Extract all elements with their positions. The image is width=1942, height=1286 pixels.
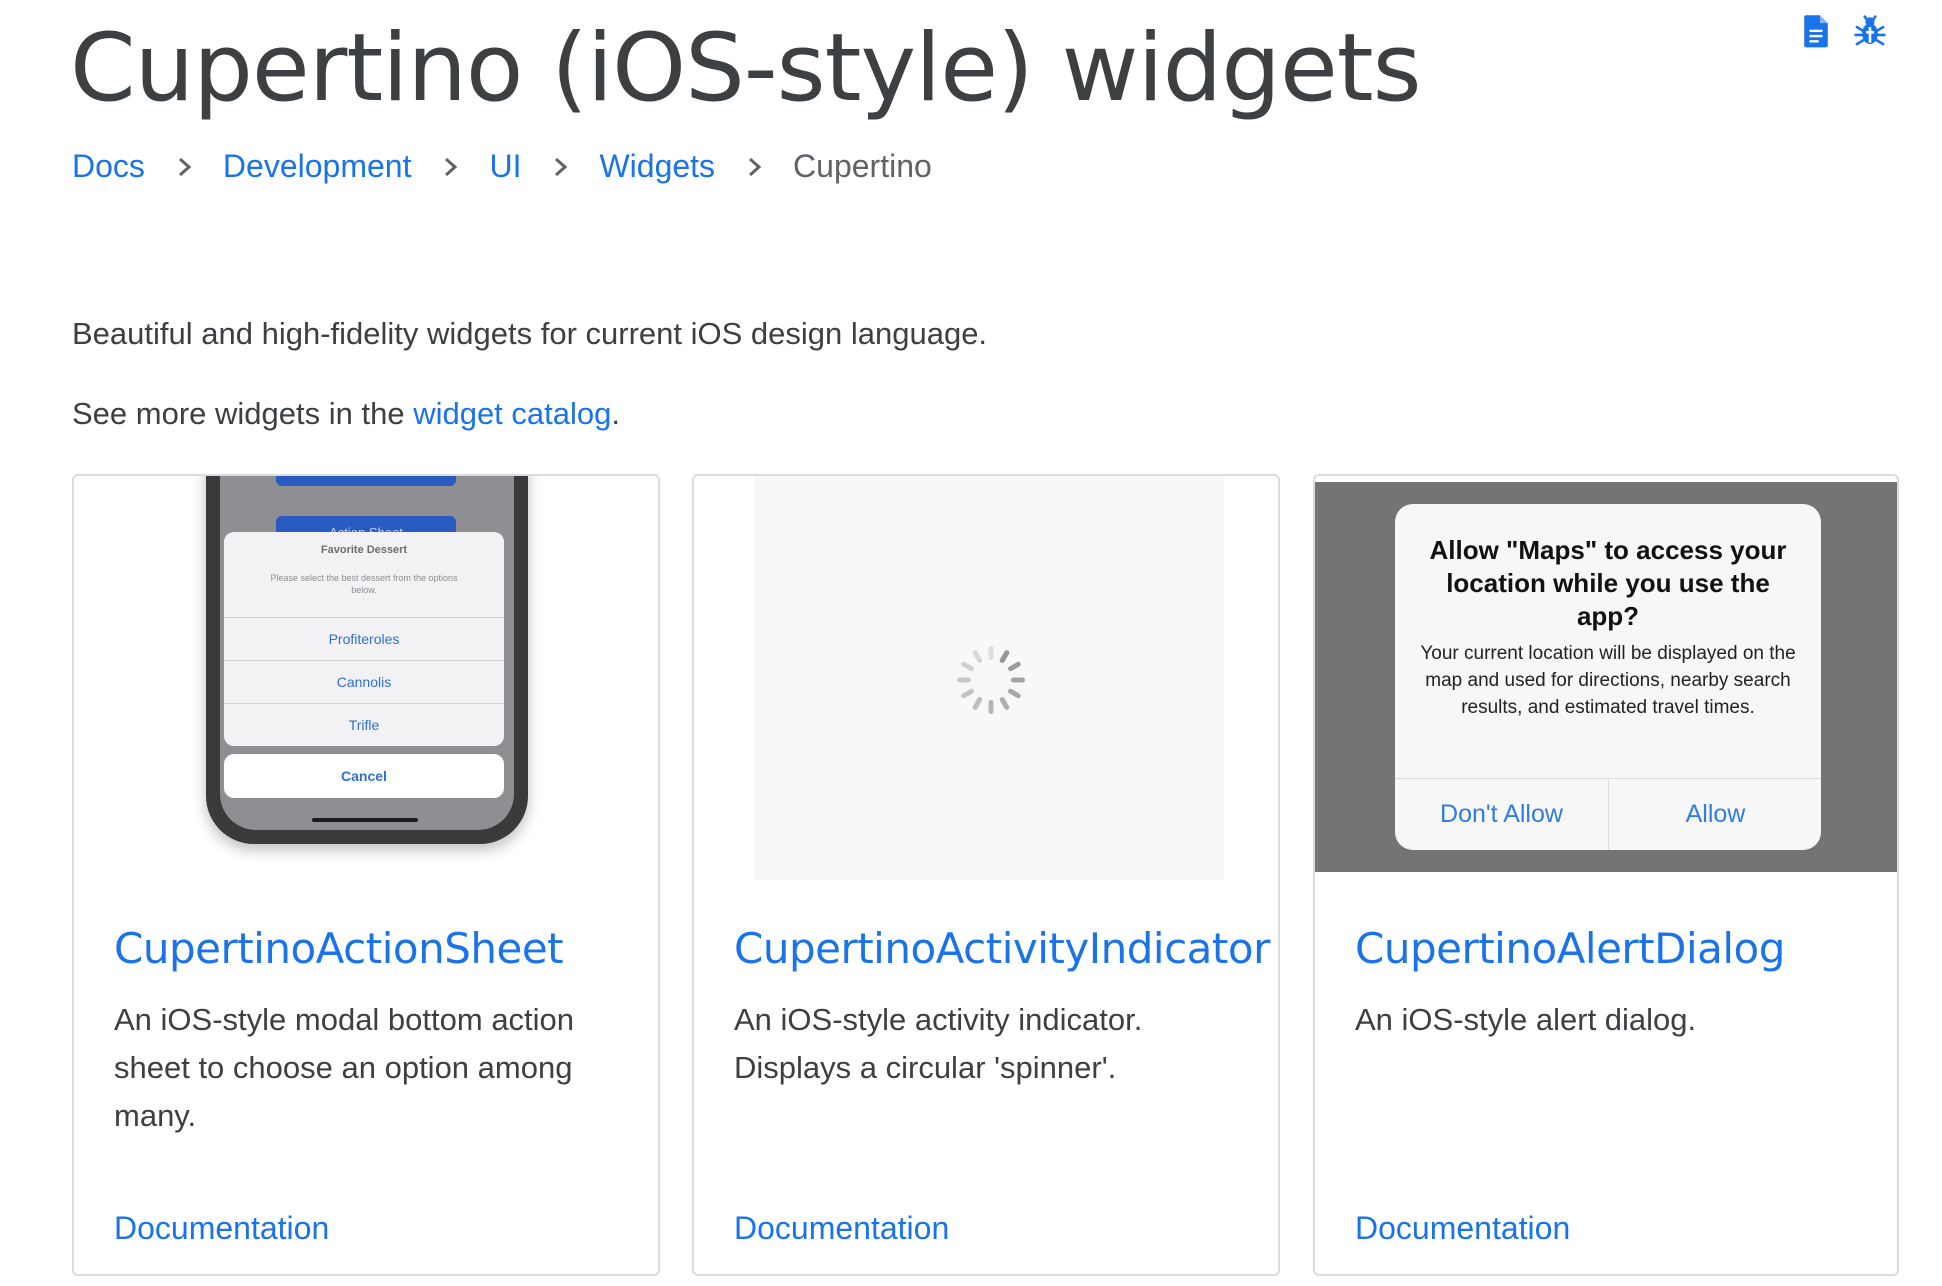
spinner-spoke — [1011, 677, 1025, 683]
dont-allow-button: Don't Allow — [1440, 800, 1563, 828]
card-thumbnail: Action Sheet Favorite Dessert Please sel… — [74, 476, 658, 886]
breadcrumb-docs[interactable]: Docs — [72, 148, 145, 185]
breadcrumb: Docs Development UI Widgets Cupertino — [72, 148, 932, 185]
card-thumbnail — [694, 476, 1278, 886]
widget-card: CupertinoActivityIndicator An iOS-style … — [692, 474, 1280, 1276]
allow-button: Allow — [1685, 800, 1746, 828]
sheet-message: Please select the best dessert from the … — [270, 573, 458, 595]
see-more-prefix: See more widgets in the — [72, 396, 414, 431]
card-thumbnail: Allow "Maps" to access your location whi… — [1315, 476, 1897, 886]
documentation-link[interactable]: Documentation — [1355, 1210, 1570, 1247]
intro-text: Beautiful and high-fidelity widgets for … — [72, 316, 988, 351]
breadcrumb-current: Cupertino — [793, 148, 932, 184]
spinner-spoke — [961, 688, 975, 699]
card-description: An iOS-style modal bottom action sheet t… — [114, 1002, 575, 1133]
sheet-title: Favorite Dessert — [320, 544, 408, 556]
card-title[interactable]: CupertinoActivityIndicator — [734, 924, 1270, 973]
phone-button — [276, 476, 456, 486]
page-title: Cupertino (iOS-style) widgets — [70, 14, 1422, 123]
action-sheet: Favorite Dessert Please select the best … — [224, 532, 504, 746]
spinner-spoke — [957, 677, 971, 683]
alert-backdrop: Allow "Maps" to access your location whi… — [1315, 482, 1897, 872]
sheet-option: Profiteroles — [224, 617, 504, 660]
breadcrumb-ui[interactable]: UI — [489, 148, 521, 185]
widget-card: Action Sheet Favorite Dessert Please sel… — [72, 474, 660, 1276]
document-icon[interactable] — [1800, 14, 1832, 48]
widget-catalog-link[interactable]: widget catalog — [413, 396, 611, 431]
widget-card: Allow "Maps" to access your location whi… — [1313, 474, 1899, 1276]
sheet-cancel: Cancel — [224, 754, 504, 798]
chevron-right-icon — [749, 157, 762, 176]
page-actions — [1800, 14, 1886, 48]
spinner-spoke — [988, 700, 994, 714]
alert-message: Your current location will be displayed … — [1420, 643, 1796, 718]
see-more-text: See more widgets in the widget catalog. — [72, 396, 620, 432]
documentation-link[interactable]: Documentation — [734, 1210, 949, 1247]
chevron-right-icon — [445, 157, 458, 176]
bug-icon[interactable] — [1854, 14, 1886, 48]
phone-mockup: Action Sheet Favorite Dessert Please sel… — [206, 476, 528, 844]
alert-title: Allow "Maps" to access your location whi… — [1429, 535, 1787, 631]
spinner-spoke — [961, 661, 975, 672]
sheet-option: Trifle — [224, 703, 504, 746]
spinner-spoke — [988, 646, 994, 660]
chevron-right-icon — [555, 157, 568, 176]
breadcrumb-widgets[interactable]: Widgets — [599, 148, 715, 185]
spinner-spoke — [972, 650, 983, 664]
alert-dialog: Allow "Maps" to access your location whi… — [1395, 504, 1821, 850]
chevron-right-icon — [178, 157, 192, 176]
documentation-link[interactable]: Documentation — [114, 1210, 329, 1247]
spinner-spoke — [999, 696, 1010, 710]
activity-spinner-icon — [957, 646, 1025, 714]
breadcrumb-development[interactable]: Development — [223, 148, 412, 185]
spinner-spoke — [1007, 688, 1021, 699]
spinner-spoke — [972, 696, 983, 710]
home-indicator — [312, 818, 418, 822]
sheet-option: Cannolis — [224, 660, 504, 703]
card-description: An iOS-style activity indicator. Display… — [734, 1002, 1143, 1085]
card-description: An iOS-style alert dialog. — [1355, 1002, 1697, 1037]
spinner-spoke — [999, 650, 1010, 664]
see-more-suffix: . — [611, 396, 620, 431]
spinner-spoke — [1007, 661, 1021, 672]
card-title[interactable]: CupertinoActionSheet — [114, 924, 564, 973]
spinner-preview — [754, 476, 1224, 880]
card-title[interactable]: CupertinoAlertDialog — [1355, 924, 1785, 973]
